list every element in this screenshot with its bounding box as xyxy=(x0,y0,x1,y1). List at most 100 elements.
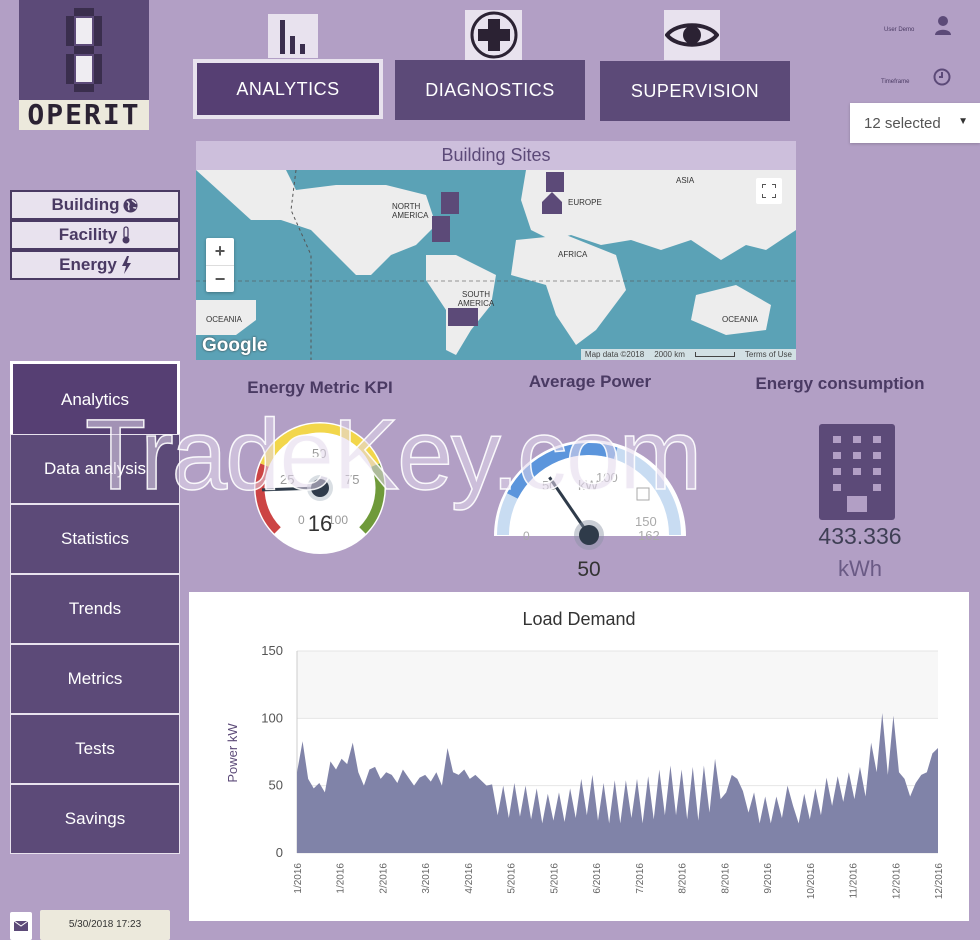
x-tick-label: 4/2016 xyxy=(464,863,475,894)
mail-button[interactable] xyxy=(10,912,32,940)
y-tick-label: 100 xyxy=(261,710,283,725)
user-label: User Demo xyxy=(884,27,915,33)
x-tick-label: 10/2016 xyxy=(806,863,817,900)
sidebar-item-metrics[interactable]: Metrics xyxy=(10,644,180,714)
globe-icon xyxy=(123,197,139,213)
x-tick-label: 11/2016 xyxy=(849,863,860,899)
sidebar-item-label: Statistics xyxy=(60,529,130,548)
gauge-tick: 75 xyxy=(345,472,359,487)
x-tick-label: 7/2016 xyxy=(635,863,646,894)
bolt-icon xyxy=(121,256,131,274)
sidebar-item-label: Tests xyxy=(75,739,115,758)
tab-supervision[interactable]: SUPERVISION xyxy=(600,61,790,121)
x-tick-label: 1/2016 xyxy=(336,863,347,894)
fullscreen-button[interactable] xyxy=(756,178,782,204)
kpi-consumption-title: Energy consumption xyxy=(755,374,925,393)
zoom-out-button[interactable]: − xyxy=(206,265,234,292)
gauge-tick: 150 xyxy=(635,514,657,529)
logo-text: OPERIT xyxy=(19,100,149,130)
y-axis-label: Power kW xyxy=(225,723,240,783)
sidebar-item-label: Trends xyxy=(68,599,122,618)
eye-icon xyxy=(664,10,720,60)
consumption-value: 433.336 xyxy=(818,523,902,549)
user-icon[interactable] xyxy=(934,16,952,36)
map-title: Building Sites xyxy=(441,145,551,165)
gauge-tick: 50 xyxy=(312,446,326,461)
consumption-unit: kWh xyxy=(838,556,882,581)
sidebar-item-savings[interactable]: Savings xyxy=(10,784,180,854)
sidebar-item-trends[interactable]: Trends xyxy=(10,574,180,644)
sidebar-item-statistics[interactable]: Statistics xyxy=(10,504,180,574)
gauge-tick: 25 xyxy=(280,472,294,487)
x-tick-label: 12/2016 xyxy=(891,863,902,900)
sidebar-item-analytics[interactable]: Analytics xyxy=(10,361,180,438)
filter-facility[interactable]: Facility xyxy=(10,220,180,250)
google-logo: Google xyxy=(202,335,268,356)
building-icon xyxy=(819,424,895,520)
x-tick-label: 8/2016 xyxy=(720,863,731,894)
x-tick-label: 3/2016 xyxy=(421,863,432,894)
gauge-value: 50 xyxy=(577,558,600,578)
thermometer-icon xyxy=(122,226,130,244)
sidebar-item-label: Savings xyxy=(64,809,126,828)
kpi-metric-title: Energy Metric KPI xyxy=(247,378,393,397)
filter-label: Facility xyxy=(58,225,118,244)
x-tick-label: 2/2016 xyxy=(378,863,389,894)
map-label-europe: EUROPE xyxy=(568,198,602,207)
timeframe-label: Timeframe xyxy=(881,79,910,85)
energy-metric-gauge: 25 50 75 0 100 16 xyxy=(254,422,386,554)
envelope-icon xyxy=(14,921,28,931)
medical-cross-icon xyxy=(465,10,522,60)
x-tick-label: 9/2016 xyxy=(763,863,774,894)
world-map[interactable]: NORTH AMERICA EUROPE ASIA AFRICA SOUTH A… xyxy=(196,170,796,360)
datetime: 5/30/2018 17:23 xyxy=(40,910,170,940)
gauge-tick: 0 xyxy=(523,529,530,543)
zoom-in-button[interactable]: + xyxy=(206,238,234,265)
caret-down-icon: ▼ xyxy=(958,116,968,127)
building-sites-panel: Building Sites NORTH AMERICA EUROPE ASIA xyxy=(196,141,796,360)
map-label-south-america: SOUTH AMERICA xyxy=(457,290,495,308)
load-demand-chart: Load Demand Power kW 0 50 100 150 1/2016 1/20… xyxy=(189,592,969,921)
map-label-oceania: OCEANIA xyxy=(206,315,243,324)
logo[interactable]: OPERIT xyxy=(19,0,149,130)
y-tick-label: 50 xyxy=(269,778,283,793)
x-tick-label: 8/2016 xyxy=(678,863,689,894)
sidebar-item-label: Data analysis xyxy=(43,459,147,478)
map-attribution: Map data ©2018 2000 km Terms of Use xyxy=(580,349,796,360)
map-label-north-america: NORTH AMERICA xyxy=(392,202,429,220)
map-label-oceania: OCEANIA xyxy=(722,315,759,324)
filter-building[interactable]: Building xyxy=(10,190,180,220)
sidebar-item-data-analysis[interactable]: Data analysis xyxy=(10,434,180,504)
site-select-value: 12 selected xyxy=(864,114,941,132)
gauge-value: 16 xyxy=(308,511,332,536)
map-label-africa: AFRICA xyxy=(558,250,588,259)
tab-label: ANALYTICS xyxy=(236,78,340,99)
terms-link[interactable]: Terms of Use xyxy=(745,349,792,360)
map-zoom-control: + − xyxy=(206,238,234,292)
sidebar-item-label: Metrics xyxy=(67,669,123,688)
map-data-text: Map data ©2018 xyxy=(584,350,645,359)
tab-label: SUPERVISION xyxy=(630,80,760,101)
tab-diagnostics[interactable]: DIAGNOSTICS xyxy=(395,60,585,120)
fullscreen-icon xyxy=(762,184,776,198)
gauge-pivot xyxy=(311,479,329,497)
x-tick-label: 5/2016 xyxy=(549,863,560,894)
filter-label: Building xyxy=(51,195,120,214)
plot-band xyxy=(297,651,938,719)
load-demand-svg: Load Demand Power kW 0 50 100 150 1/2016 1/20… xyxy=(225,609,945,900)
map-scale: 2000 km xyxy=(654,350,685,359)
site-select[interactable]: 12 selected ▼ xyxy=(850,103,980,143)
gauge-pivot xyxy=(579,525,599,545)
sidebar-item-tests[interactable]: Tests xyxy=(10,714,180,784)
clock-icon[interactable] xyxy=(933,68,951,86)
filter-energy[interactable]: Energy xyxy=(10,250,180,280)
average-power-gauge: 0 50 kW 100 150 162 50 xyxy=(494,440,686,578)
x-tick-label: 1/2016 xyxy=(293,863,304,894)
load-area xyxy=(297,712,938,853)
tab-analytics[interactable]: ANALYTICS xyxy=(193,59,383,119)
gauge-max: 162 xyxy=(638,528,660,543)
x-tick-label: 5/2016 xyxy=(507,863,518,894)
map-scale-bar xyxy=(694,352,735,357)
bar-chart-icon xyxy=(268,14,318,58)
kpi-power-title: Average Power xyxy=(528,372,652,391)
